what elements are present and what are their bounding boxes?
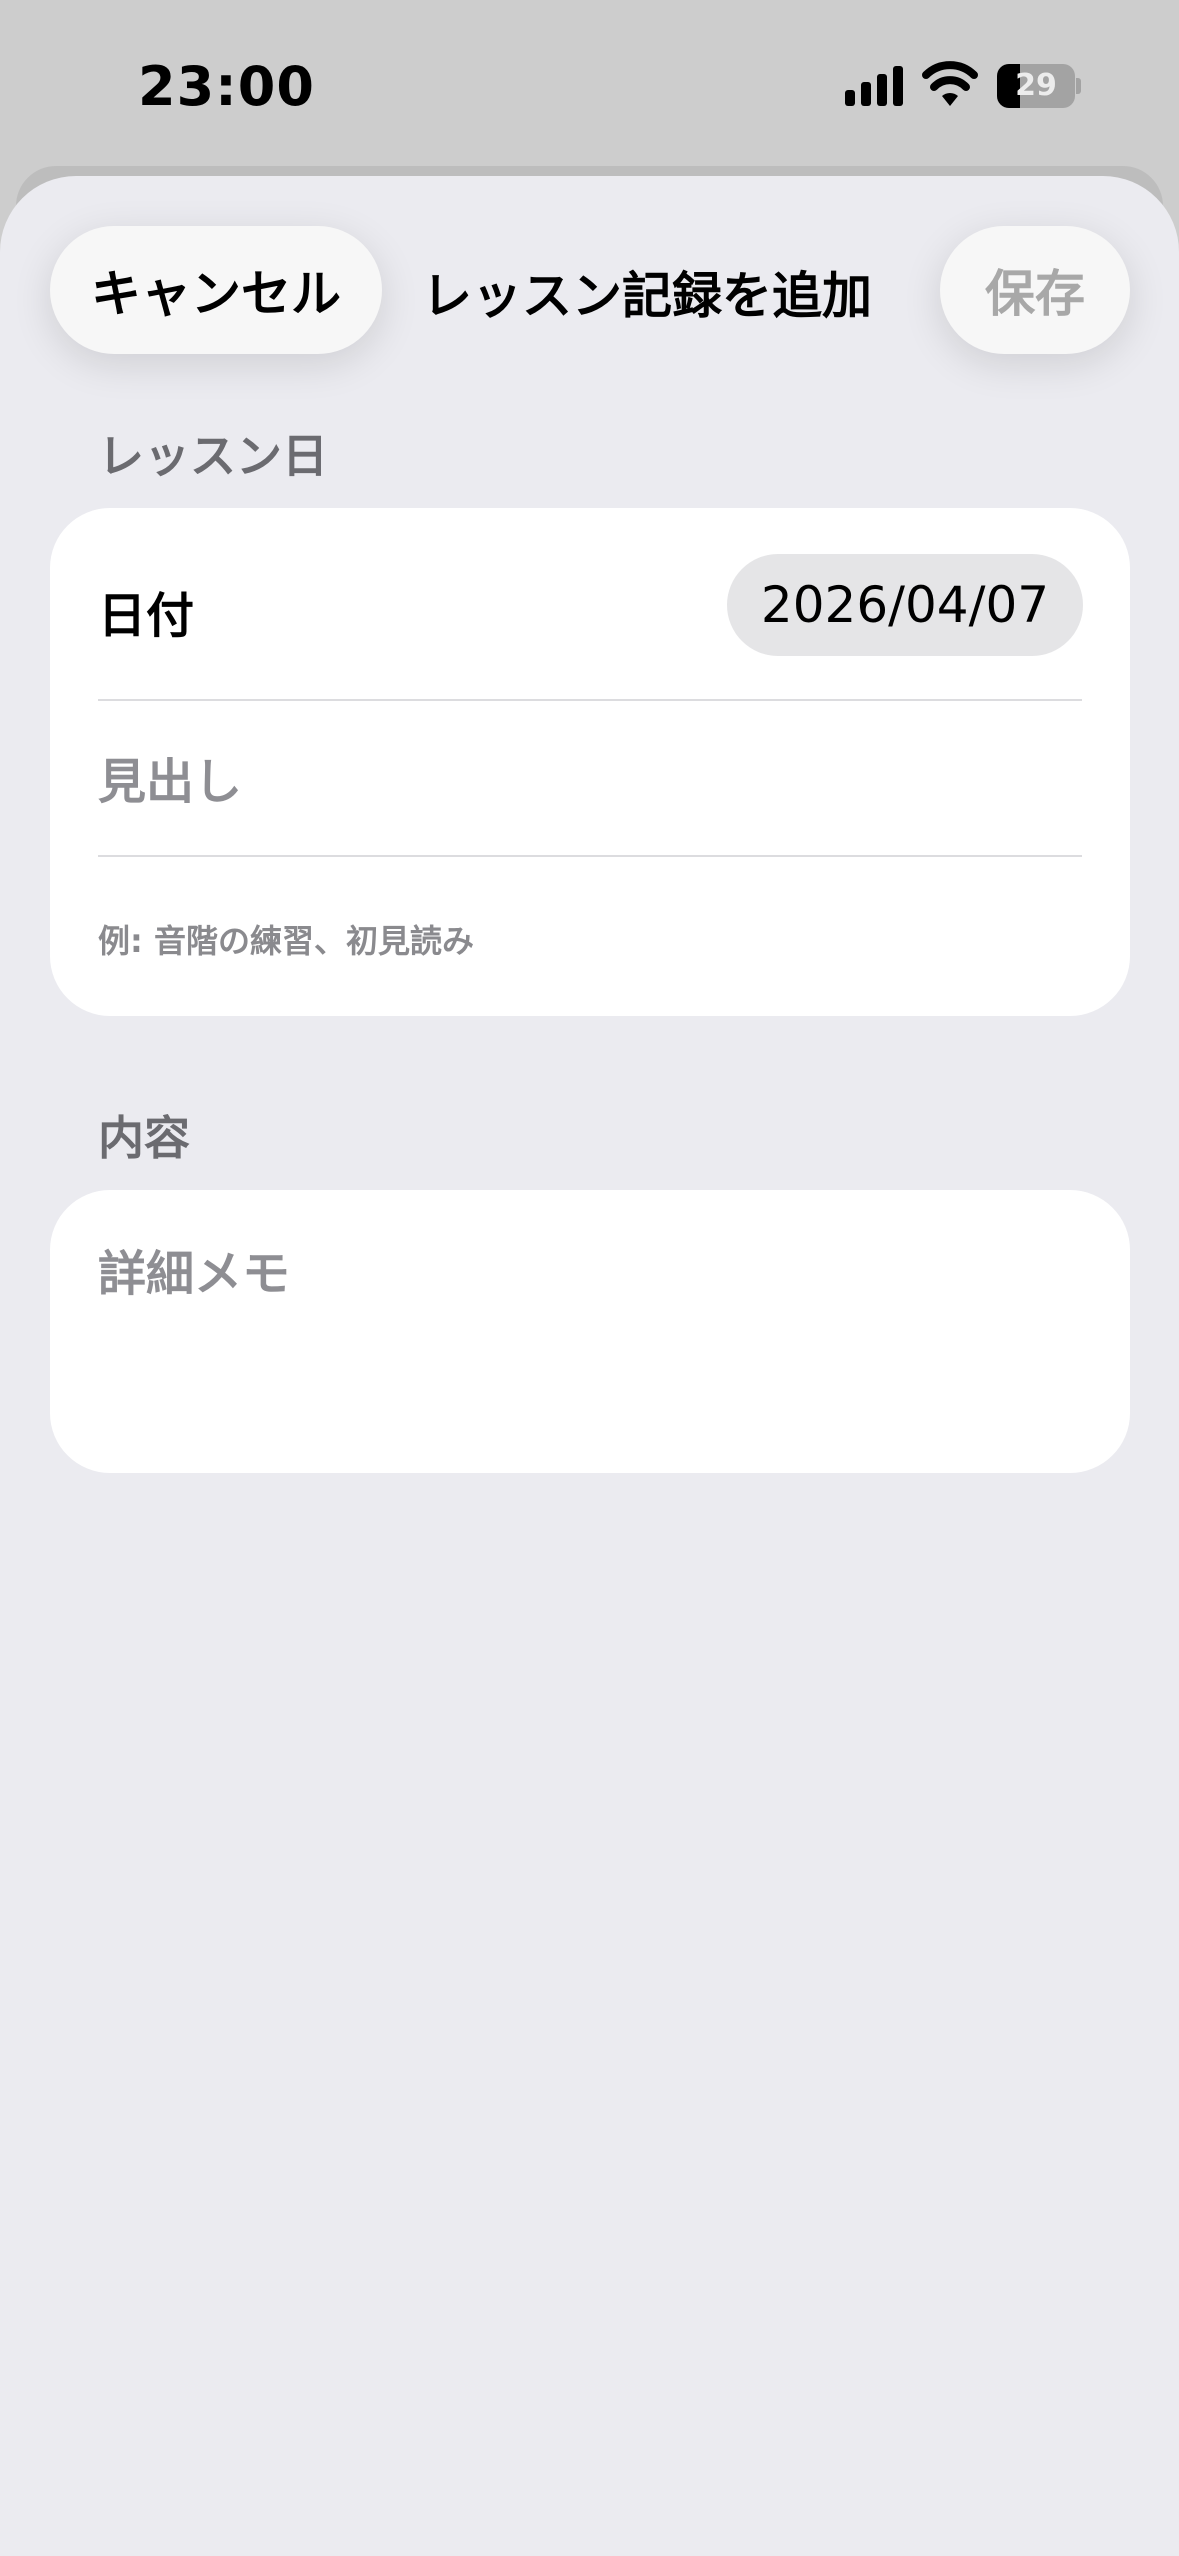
section-header-lesson-day: レッスン日 (98, 429, 328, 483)
status-bar: 23:00 29 (0, 0, 1179, 178)
content-card (50, 1190, 1130, 1473)
memo-textarea[interactable] (98, 1234, 1082, 1434)
save-button[interactable]: 保存 (940, 226, 1130, 354)
cellular-signal-icon (845, 66, 903, 106)
status-time: 23:00 (138, 55, 315, 118)
battery-level: 29 (1015, 68, 1057, 103)
date-picker[interactable]: 2026/04/07 (727, 554, 1083, 656)
section-header-content: 内容 (98, 1111, 190, 1165)
lesson-date-card: 日付 2026/04/07 例: 音階の練習、初見読み (50, 508, 1130, 1016)
date-label: 日付 (98, 588, 195, 644)
headline-input[interactable] (98, 742, 1082, 822)
divider (98, 855, 1082, 857)
headline-hint: 例: 音階の練習、初見読み (98, 922, 474, 960)
battery-icon: 29 (997, 64, 1081, 108)
divider (98, 699, 1082, 701)
wifi-icon (922, 61, 978, 106)
page-title: レッスン記録を追加 (422, 267, 872, 325)
cancel-button[interactable]: キャンセル (50, 226, 382, 354)
